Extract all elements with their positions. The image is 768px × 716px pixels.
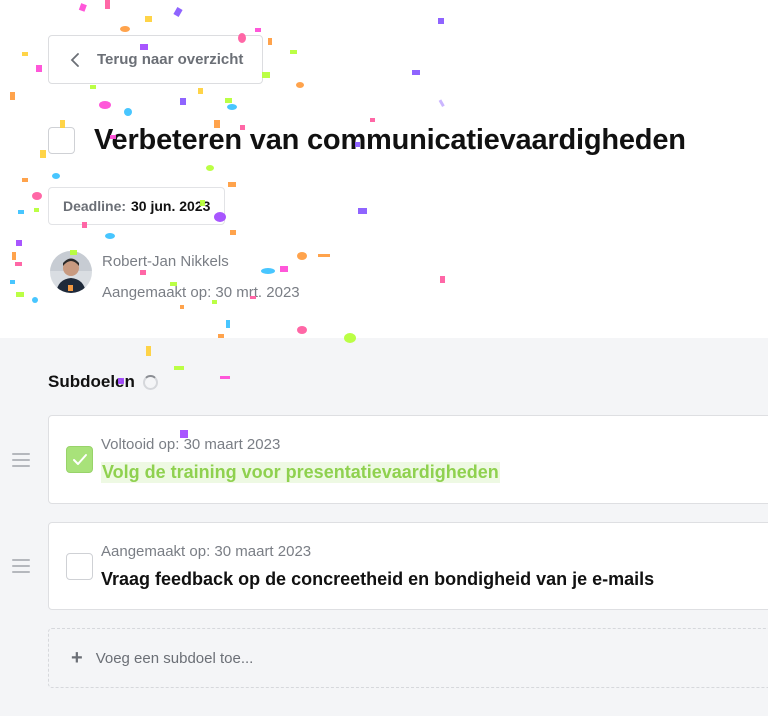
subgoal-item[interactable]: Aangemaakt op: 30 maart 2023 Vraag feedb… xyxy=(48,522,768,610)
plus-icon: + xyxy=(71,646,83,669)
subgoal-checkbox[interactable] xyxy=(66,553,93,580)
deadline-badge[interactable]: Deadline: 30 jun. 2023 xyxy=(48,187,226,225)
goal-complete-checkbox[interactable] xyxy=(48,127,75,154)
author-name: Robert-Jan Nikkels xyxy=(102,253,229,270)
deadline-label: Deadline: xyxy=(63,198,127,214)
loading-spinner-icon xyxy=(142,374,158,390)
subgoal-meta: Aangemaakt op: 30 maart 2023 xyxy=(101,543,312,560)
back-to-overview-button[interactable]: Terug naar overzicht xyxy=(48,35,263,84)
subgoal-checkbox[interactable] xyxy=(66,446,93,473)
subgoal-text[interactable]: Vraag feedback op de concreetheid en bon… xyxy=(101,569,654,590)
subgoal-meta: Voltooid op: 30 maart 2023 xyxy=(101,436,281,453)
drag-handle-icon[interactable] xyxy=(12,453,30,467)
avatar xyxy=(50,251,92,293)
drag-handle-icon[interactable] xyxy=(12,559,30,573)
created-date: Aangemaakt op: 30 mrt. 2023 xyxy=(102,284,300,301)
add-subgoal-button[interactable]: + Voeg een subdoel toe... xyxy=(48,628,768,688)
subgoal-text[interactable]: Volg de training voor presentatievaardig… xyxy=(101,462,500,483)
page-title: Verbeteren van communicatievaardigheden xyxy=(94,124,686,156)
goal-title-row: Verbeteren van communicatievaardigheden xyxy=(48,124,686,157)
back-button-label: Terug naar overzicht xyxy=(97,51,244,68)
subgoals-header: Subdoelen xyxy=(48,372,158,392)
add-subgoal-label: Voeg een subdoel toe... xyxy=(95,649,254,667)
chevron-left-icon xyxy=(65,50,85,70)
author-info: Robert-Jan Nikkels Aangemaakt op: 30 mrt… xyxy=(50,246,300,308)
deadline-value: 30 jun. 2023 xyxy=(131,198,211,214)
subgoal-item[interactable]: Voltooid op: 30 maart 2023 Volg de train… xyxy=(48,415,768,504)
subgoals-title: Subdoelen xyxy=(48,372,135,391)
